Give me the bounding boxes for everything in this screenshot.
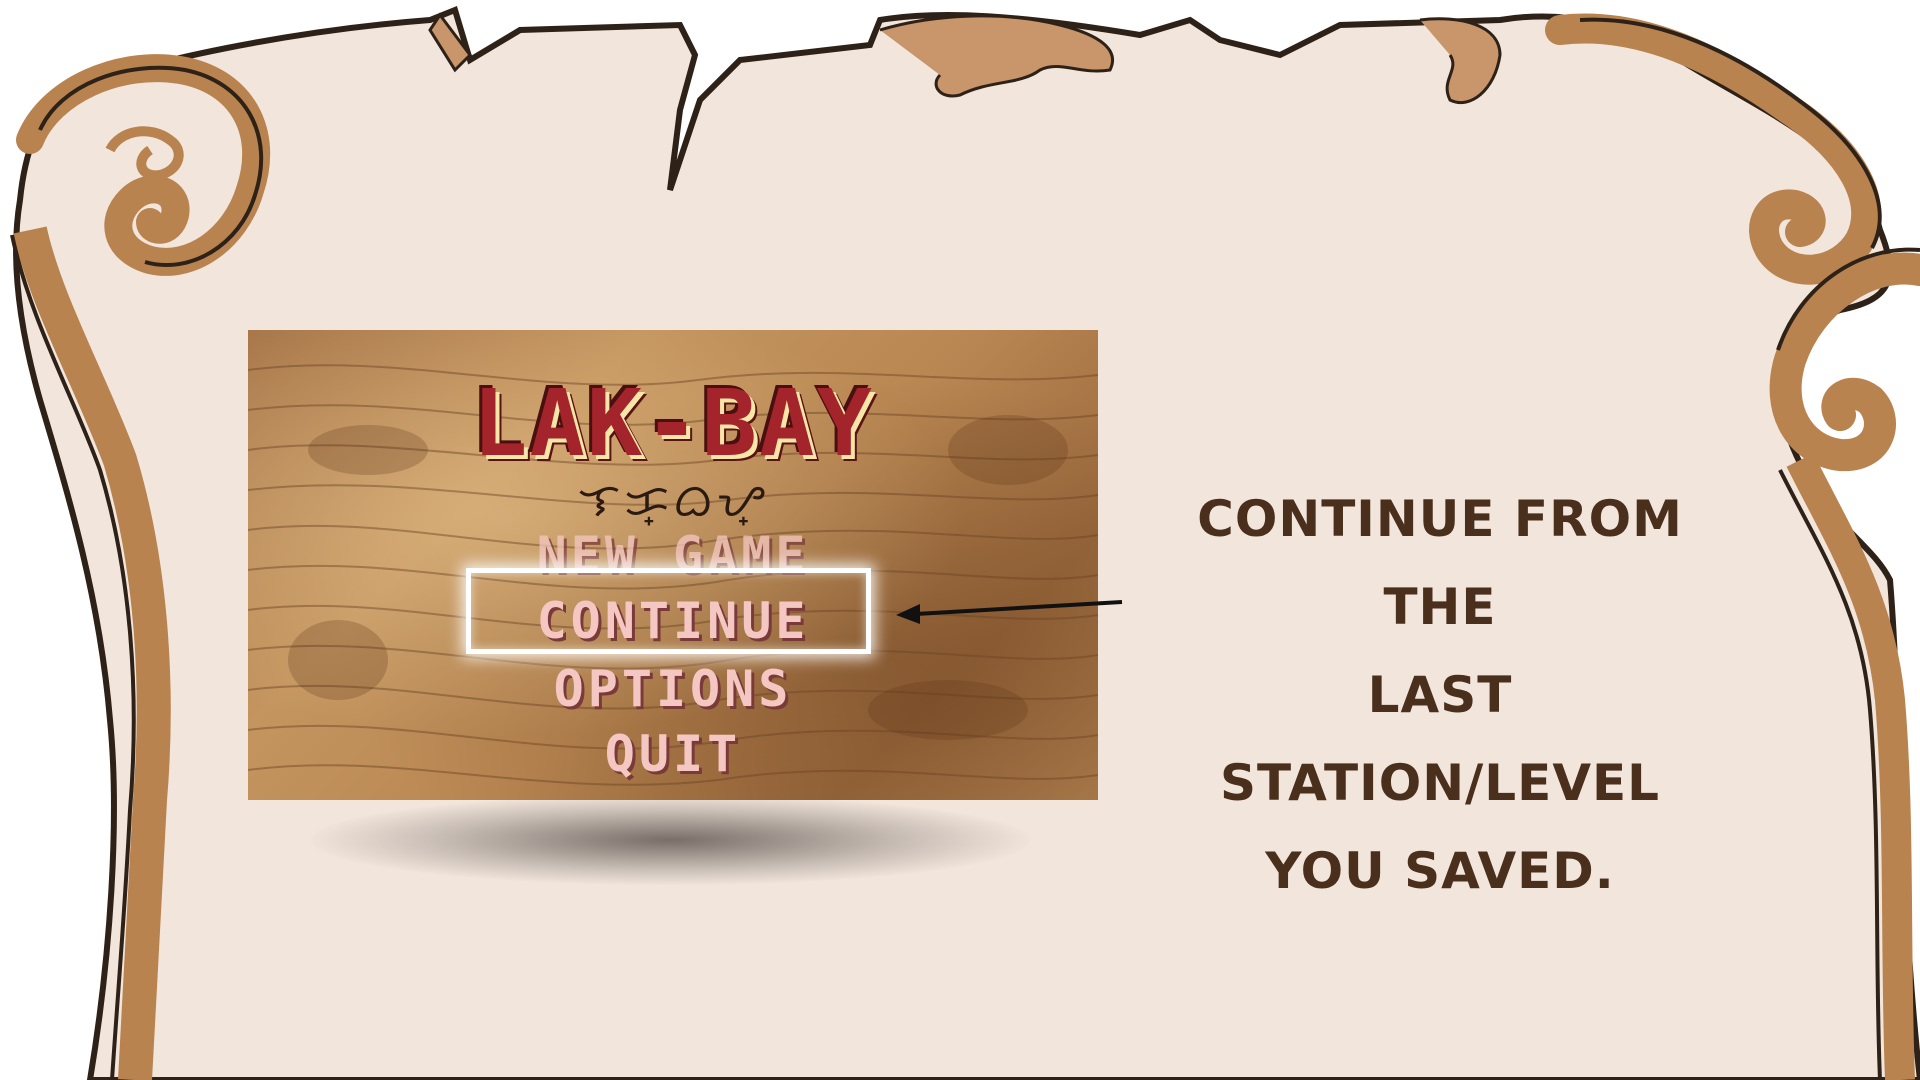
game-subtitle-baybayin: ᜎᜃ᜔ᜊᜌ᜔ [578,473,768,527]
caption-line-2: LAST STATION/LEVEL [1219,666,1661,812]
menu-options[interactable]: OPTIONS [248,660,1098,718]
menu-quit[interactable]: QUIT [248,725,1098,783]
arrow-left-icon [896,600,1123,624]
game-menu-screenshot: LAK-BAY ᜎᜃ᜔ᜊᜌ᜔ NEW GAME CONTINUE OPTIONS… [248,330,1098,800]
game-logo: LAK-BAY [472,370,874,477]
caption-line-3: YOU SAVED. [1265,842,1615,900]
screenshot-shadow [310,795,1030,885]
caption-line-1: CONTINUE FROM THE [1197,490,1683,636]
caption-text: CONTINUE FROM THE LAST STATION/LEVEL YOU… [1140,475,1740,915]
